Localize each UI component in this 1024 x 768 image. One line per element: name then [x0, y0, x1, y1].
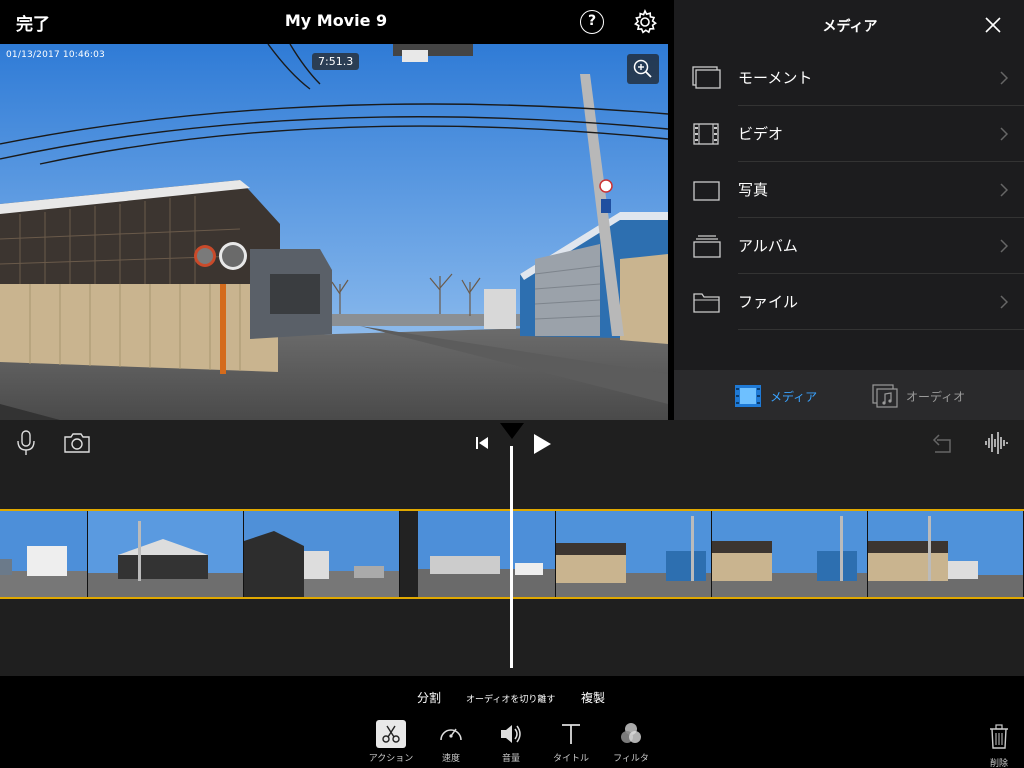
zoom-button[interactable]: [627, 54, 659, 84]
clip-thumbnail: [868, 511, 1024, 597]
tool-action-label: アクション: [368, 754, 414, 764]
split-button[interactable]: 分割: [417, 689, 441, 706]
media-panel-header: メディア: [674, 0, 1024, 50]
media-panel-tabs: メディア オーディオ: [674, 370, 1024, 420]
media-category-video[interactable]: ビデオ: [674, 106, 1024, 162]
text-icon: [562, 724, 580, 744]
chevron-right-icon: [1000, 295, 1008, 309]
tool-speed-label: 速度: [441, 754, 460, 764]
media-category-list: モーメント ビデオ 写真 アルバム ファイル: [674, 50, 1024, 330]
close-icon[interactable]: [984, 16, 1002, 34]
skip-to-start-icon[interactable]: [475, 436, 489, 450]
delete-label: 削除: [989, 759, 1008, 768]
help-icon[interactable]: ?: [580, 10, 604, 34]
tool-speed[interactable]: 速度: [421, 720, 481, 764]
media-panel: メディア モーメント ビデオ 写真 アルバム ファイル メディア オーディオ: [672, 0, 1024, 420]
media-category-files[interactable]: ファイル: [674, 274, 1024, 330]
clip-thumbnail: [712, 511, 868, 597]
undo-icon[interactable]: [930, 432, 954, 454]
gear-icon[interactable]: [632, 9, 658, 35]
top-bar: 完了 My Movie 9 ?: [0, 0, 672, 44]
microphone-icon[interactable]: [16, 430, 36, 456]
chevron-right-icon: [1000, 71, 1008, 85]
duration-badge: 7:51.3: [312, 53, 360, 70]
bottom-toolbar: 分割 オーディオを切り離す 複製 アクション 速度 音量 タイトル フィルタ 削…: [0, 676, 1024, 768]
playhead[interactable]: [510, 446, 513, 668]
tool-filter[interactable]: フィルタ: [601, 720, 661, 764]
tool-title[interactable]: タイトル: [541, 720, 601, 764]
tab-audio[interactable]: オーディオ: [872, 384, 965, 408]
clip-actions: 分割 オーディオを切り離す 複製: [0, 689, 1024, 707]
tool-volume[interactable]: 音量: [481, 720, 541, 764]
tab-media[interactable]: メディア: [734, 384, 817, 408]
speaker-icon: [501, 725, 521, 743]
media-category-label: アルバム: [738, 237, 798, 255]
scissors-icon: [382, 725, 400, 743]
media-panel-title: メディア: [822, 19, 878, 35]
play-icon[interactable]: [532, 433, 552, 455]
chevron-right-icon: [1000, 183, 1008, 197]
chevron-right-icon: [1000, 127, 1008, 141]
tool-action[interactable]: アクション: [361, 720, 421, 764]
recording-timestamp: 01/13/2017 10:46:03: [6, 50, 105, 60]
moments-icon: [692, 66, 721, 89]
media-category-label: ファイル: [738, 293, 799, 311]
tool-action-highlight: [376, 720, 406, 748]
tool-filter-label: フィルタ: [613, 754, 649, 764]
speedometer-icon: [440, 728, 462, 741]
album-icon: [693, 235, 721, 258]
folder-icon: [693, 293, 720, 313]
photo-icon: [693, 181, 720, 201]
divider: [738, 329, 1024, 330]
film-icon: [693, 123, 719, 145]
detach-audio-button[interactable]: オーディオを切り離す: [466, 692, 555, 705]
tool-title-label: タイトル: [552, 754, 589, 764]
chevron-right-icon: [1000, 239, 1008, 253]
clip-thumbnail: [556, 511, 712, 597]
media-category-moments[interactable]: モーメント: [674, 50, 1024, 106]
clip-thumbnail: [400, 511, 556, 597]
clip-thumbnail: [244, 511, 400, 597]
tool-volume-label: 音量: [501, 754, 520, 764]
music-note-icon: [872, 384, 898, 408]
zoom-in-icon: [633, 59, 652, 78]
film-icon: [735, 385, 761, 407]
camera-icon[interactable]: [63, 432, 91, 454]
media-category-label: モーメント: [738, 69, 813, 87]
clip-thumbnail: [0, 511, 88, 597]
video-frame: [0, 44, 668, 420]
trash-icon: [990, 724, 1008, 749]
duplicate-button[interactable]: 複製: [581, 689, 605, 706]
delete-button[interactable]: 削除: [984, 724, 1014, 768]
tab-audio-label: オーディオ: [906, 389, 966, 404]
media-category-albums[interactable]: アルバム: [674, 218, 1024, 274]
tab-media-label: メディア: [770, 389, 818, 404]
clip-thumbnail: [88, 511, 244, 597]
media-category-label: ビデオ: [738, 125, 784, 143]
media-category-photos[interactable]: 写真: [674, 162, 1024, 218]
project-title: My Movie 9: [284, 11, 388, 30]
playhead-marker: [500, 423, 524, 439]
audio-waveform-icon[interactable]: [984, 430, 1010, 456]
media-category-label: 写真: [738, 181, 769, 199]
filter-icon: [621, 723, 641, 743]
video-preview[interactable]: 01/13/2017 10:46:03 7:51.3: [0, 44, 668, 420]
